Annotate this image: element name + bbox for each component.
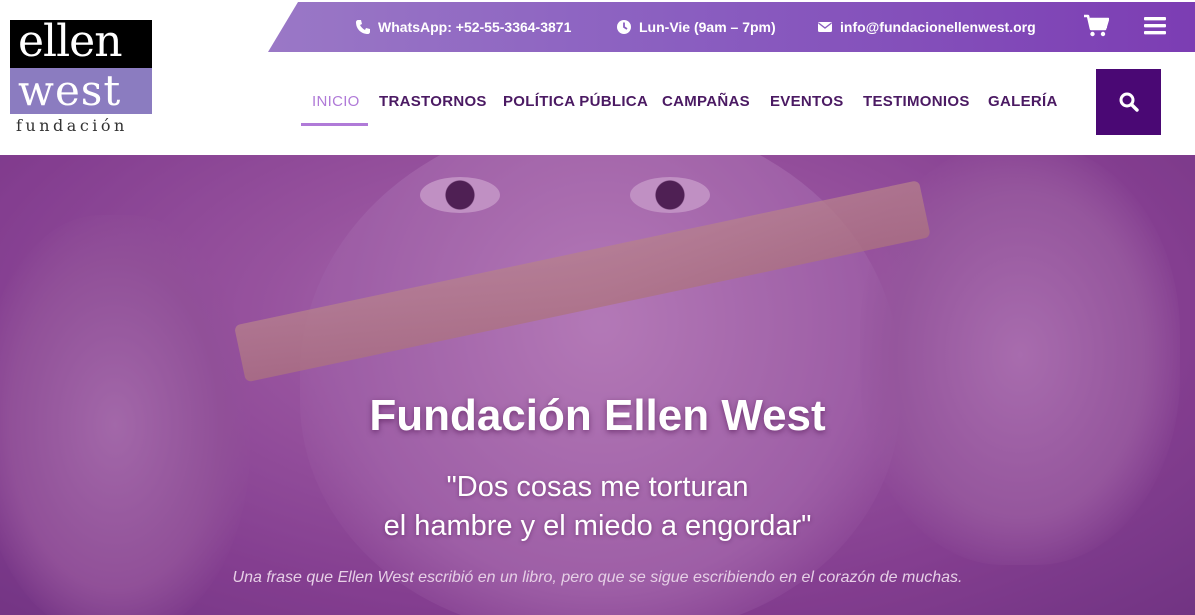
search-button[interactable] [1096,69,1161,135]
clock-icon [617,20,631,34]
hero-banner: Fundación Ellen West "Dos cosas me tortu… [0,155,1195,615]
nav-item-galeria[interactable]: GALERÍA [988,93,1058,110]
menu-button[interactable] [1144,16,1166,41]
hours-info: Lun-Vie (9am – 7pm) [616,17,776,37]
hero-subtitle: Una frase que Ellen West escribió en un … [232,569,963,586]
email-text: info@fundacionellenwest.org [840,19,1036,35]
whatsapp-text: WhatsApp: +52-55-3364-3871 [378,19,572,35]
cart-icon [1084,14,1110,37]
nav-item-campanas[interactable]: CAMPAÑAS [662,93,750,110]
envelope-icon [818,22,832,32]
nav-item-inicio[interactable]: INICIO [312,93,360,110]
whatsapp-link[interactable]: WhatsApp: +52-55-3364-3871 [355,17,571,37]
logo-text-ellen: ellen [18,16,123,67]
hours-text: Lun-Vie (9am – 7pm) [639,19,776,35]
active-nav-indicator [301,123,368,126]
hamburger-icon [1144,17,1166,35]
search-icon [1119,92,1139,112]
hero-quote-line-1: "Dos cosas me torturan [446,471,749,503]
logo-text-west: west [18,66,122,115]
cart-button[interactable] [1083,14,1110,43]
nav-item-eventos[interactable]: EVENTOS [770,93,844,110]
phone-icon [356,20,370,34]
nav-item-trastornos[interactable]: TRASTORNOS [379,93,487,110]
email-link[interactable]: info@fundacionellenwest.org [817,17,1036,37]
logo-text-fundacion: fundación [16,116,128,135]
top-contact-bar: WhatsApp: +52-55-3364-3871 Lun-Vie (9am … [268,2,1195,52]
nav-item-politica-publica[interactable]: POLÍTICA PÚBLICA [503,93,648,110]
hero-quote: "Dos cosas me torturan el hambre y el mi… [0,468,1195,546]
site-logo[interactable]: ellen west fundación [10,16,152,138]
hero-quote-line-2: el hambre y el miedo a engordar" [383,510,812,542]
nav-item-testimonios[interactable]: TESTIMONIOS [863,93,970,110]
hero-title: Fundación Ellen West [369,391,826,440]
